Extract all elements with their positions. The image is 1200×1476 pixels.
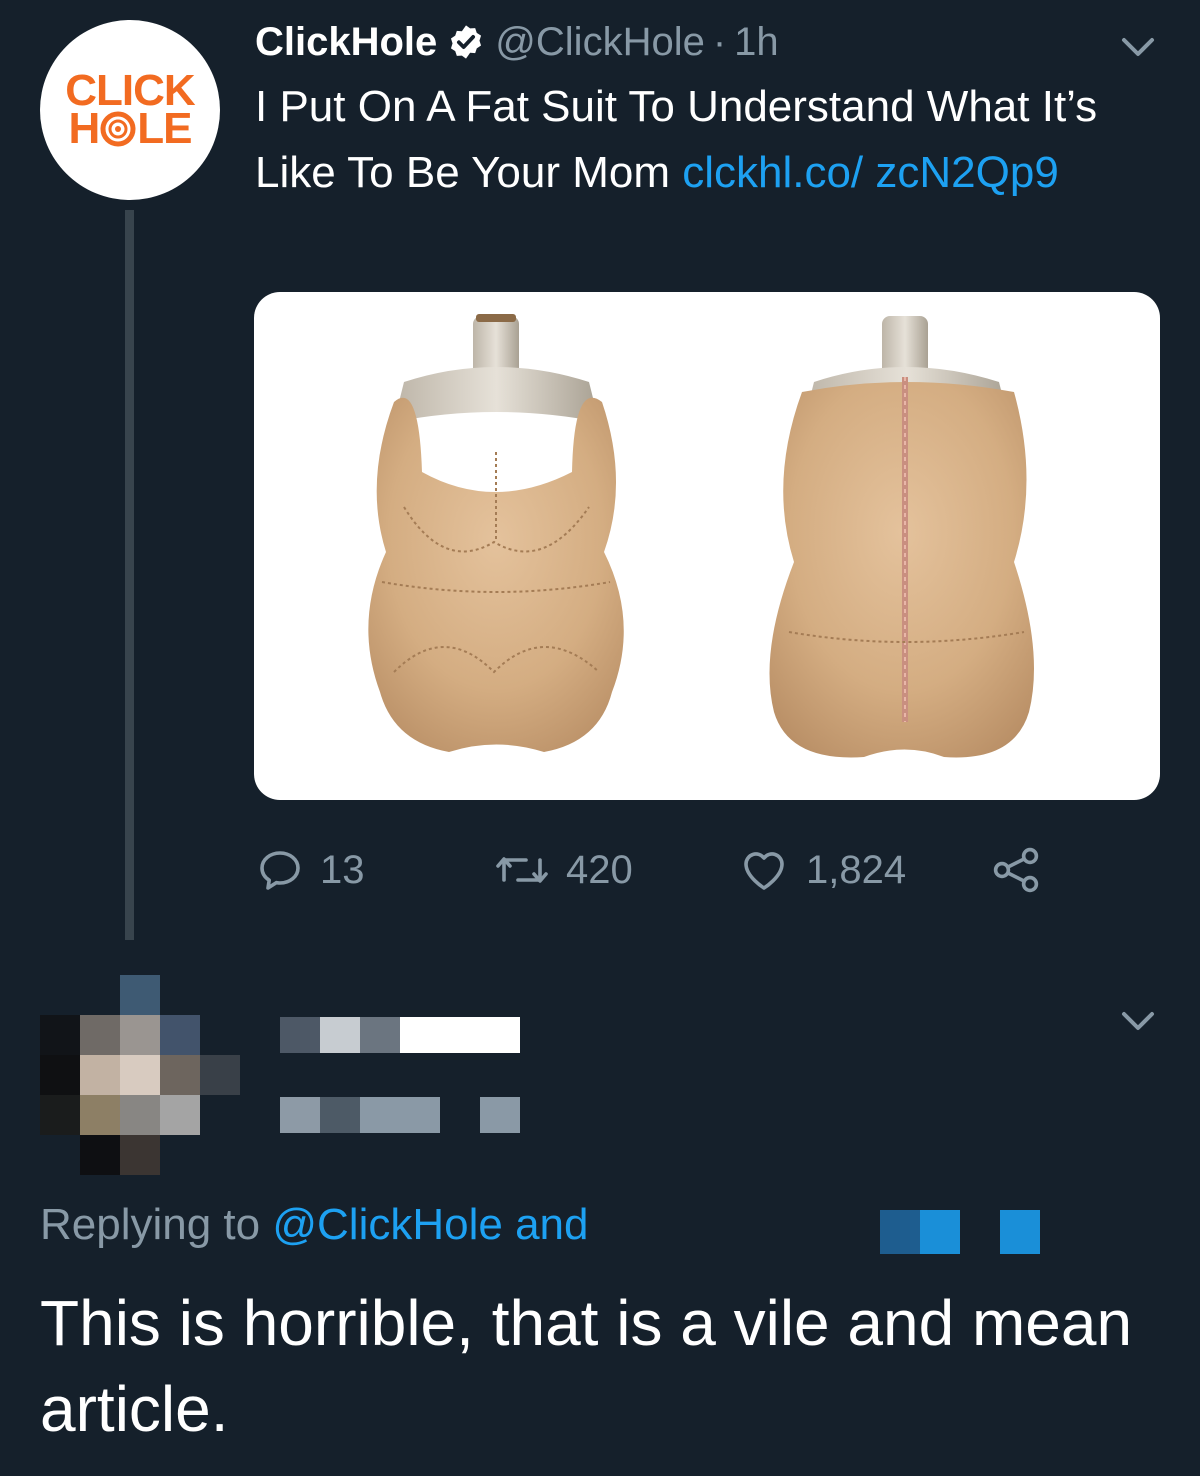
retweet-icon xyxy=(496,857,548,883)
pixel-block xyxy=(160,1095,200,1135)
pixel-block xyxy=(920,1210,960,1254)
fat-suit-image xyxy=(368,314,1034,758)
pixel-block xyxy=(120,1095,160,1135)
share-icon xyxy=(993,847,1039,893)
pixel-block xyxy=(80,1015,120,1055)
suit-front xyxy=(368,314,624,752)
pixel-block xyxy=(320,1017,360,1053)
pixel-block xyxy=(1000,1210,1040,1254)
suit-back xyxy=(769,316,1034,758)
pixel-block xyxy=(400,1017,520,1053)
tweet-text: I Put On A Fat Suit To Understand What I… xyxy=(255,74,1155,206)
share-button[interactable] xyxy=(990,840,1058,900)
pixel-block xyxy=(320,1097,360,1133)
logo-text-le: LE xyxy=(137,104,192,153)
pixel-block xyxy=(200,1055,240,1095)
pixel-block xyxy=(880,1210,920,1254)
pixel-block xyxy=(280,1017,320,1053)
reply-button[interactable]: 13 xyxy=(256,840,365,900)
replying-prefix: Replying to xyxy=(40,1200,273,1249)
pixel-block xyxy=(80,1135,120,1175)
pixel-block xyxy=(120,1055,160,1095)
like-count: 1,824 xyxy=(806,847,907,892)
pixel-block xyxy=(40,1095,80,1135)
verified-badge-icon xyxy=(451,25,482,59)
post-time[interactable]: 1h xyxy=(734,20,779,65)
reply-count: 13 xyxy=(320,847,365,892)
replying-to-line: Replying to @ClickHole and xyxy=(40,1195,588,1255)
pixelated-avatar[interactable] xyxy=(40,975,240,1175)
pixel-block xyxy=(40,1015,80,1055)
pixel-block xyxy=(360,1097,440,1133)
pixel-block xyxy=(160,1015,200,1055)
like-button[interactable]: 1,824 xyxy=(738,840,906,900)
pixel-block xyxy=(120,1135,160,1175)
retweet-button[interactable]: 420 xyxy=(494,840,633,900)
pixel-block xyxy=(120,1015,160,1055)
pixel-block xyxy=(280,1097,320,1133)
pixel-block xyxy=(360,1017,400,1053)
replying-handle-link[interactable]: @ClickHole and xyxy=(272,1200,588,1249)
pixel-block xyxy=(80,1055,120,1095)
pixel-block xyxy=(120,975,160,1015)
tweet-header: ClickHole @ClickHole · 1h xyxy=(255,16,779,68)
reply-text: This is horrible, that is a vile and mea… xyxy=(40,1287,1133,1445)
redacted-handles xyxy=(880,1210,1040,1254)
spiral-icon xyxy=(100,111,136,147)
author-handle[interactable]: @ClickHole xyxy=(495,20,705,65)
media-image[interactable] xyxy=(254,292,1160,800)
author-name[interactable]: ClickHole xyxy=(255,20,437,65)
tweet-link[interactable]: clckhl.co/ zcN2Qp9 xyxy=(682,148,1059,197)
pixel-block xyxy=(480,1097,520,1133)
chevron-down-icon[interactable] xyxy=(1118,34,1158,60)
logo-text-h: H xyxy=(68,104,100,153)
clickhole-avatar[interactable]: CLICK H LE xyxy=(40,20,220,200)
dot-separator: · xyxy=(712,19,727,64)
thread-connector-line xyxy=(125,210,134,940)
pixel-block xyxy=(80,1095,120,1135)
pixel-block xyxy=(40,1055,80,1095)
reply-icon xyxy=(260,851,300,890)
like-icon xyxy=(744,852,784,890)
pixel-block xyxy=(160,1055,200,1095)
chevron-down-icon[interactable] xyxy=(1118,1008,1158,1034)
redacted-name xyxy=(280,1017,520,1053)
clickhole-logo: CLICK H LE xyxy=(65,69,195,153)
redacted-handle xyxy=(280,1097,520,1133)
retweet-count: 420 xyxy=(566,847,633,892)
